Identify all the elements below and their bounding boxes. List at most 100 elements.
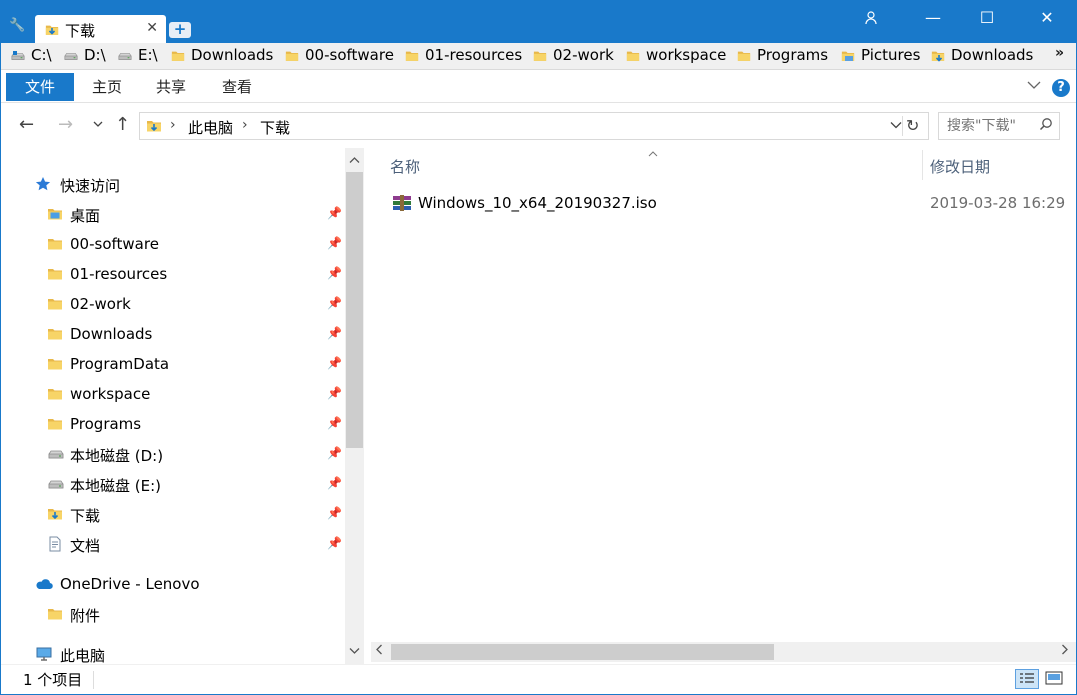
address-bar[interactable]: › 此电脑 › 下载 ↻ <box>139 112 929 140</box>
recent-locations-icon[interactable] <box>93 117 103 131</box>
pin-icon[interactable]: 📌 <box>327 326 342 340</box>
refresh-icon[interactable]: ↻ <box>902 116 924 136</box>
maximize-button[interactable]: ☐ <box>960 1 1014 35</box>
nav-scrollbar[interactable] <box>345 148 364 664</box>
tab-view[interactable]: 查看 <box>213 73 261 101</box>
pin-icon[interactable]: 📌 <box>327 446 342 460</box>
bookmark-downloads-2[interactable]: Downloads <box>931 46 1033 67</box>
bookmark-02-work[interactable]: 02-work <box>533 46 614 67</box>
content-hscrollbar-thumb[interactable] <box>391 644 774 660</box>
bookmark-downloads[interactable]: Downloads <box>171 46 273 67</box>
up-icon[interactable]: ↑ <box>115 114 130 135</box>
status-bar: 1 个项目 <box>1 664 1076 694</box>
column-header-date[interactable]: 修改日期 <box>930 156 990 177</box>
pin-icon[interactable]: 📌 <box>327 506 342 520</box>
pin-icon[interactable]: 📌 <box>327 296 342 310</box>
tab-close-icon[interactable]: ✕ <box>146 20 158 36</box>
pin-icon[interactable]: 📌 <box>327 356 342 370</box>
bookmark-programs[interactable]: Programs <box>737 46 828 67</box>
tab-downloads[interactable]: 下载 ✕ <box>35 15 166 43</box>
scroll-left-icon[interactable] <box>375 644 383 658</box>
address-dropdown-icon[interactable] <box>890 118 902 132</box>
pin-icon[interactable]: 📌 <box>327 536 342 550</box>
explorer-window: 🔧 下载 ✕ + — ☐ ✕ C:\ D:\ E:\ Downloads 00-… <box>0 0 1077 695</box>
bookmarks-bar: C:\ D:\ E:\ Downloads 00-software 01-res… <box>1 43 1076 70</box>
large-icons-view-button[interactable] <box>1043 669 1067 689</box>
bookmark-workspace[interactable]: workspace <box>626 46 726 67</box>
bookmark-e-drive[interactable]: E:\ <box>118 46 158 67</box>
ribbon-expand-icon[interactable] <box>1027 79 1041 94</box>
drive-icon <box>64 49 78 63</box>
content-hscrollbar[interactable] <box>371 642 1076 662</box>
bookmarks-overflow-icon[interactable]: » <box>1055 45 1064 61</box>
minimize-button[interactable]: — <box>906 1 960 35</box>
help-icon[interactable]: ? <box>1052 79 1070 97</box>
nav-item-desktop[interactable]: 桌面 📌 <box>47 202 377 226</box>
title-bar: 🔧 下载 ✕ + — ☐ ✕ <box>1 1 1076 43</box>
bookmark-00-software[interactable]: 00-software <box>285 46 394 67</box>
breadcrumb-separator-icon[interactable]: › <box>242 117 248 133</box>
nav-onedrive[interactable]: OneDrive - Lenovo <box>35 572 365 596</box>
breadcrumb-downloads[interactable]: 下载 <box>260 117 290 138</box>
pin-icon[interactable]: 📌 <box>327 416 342 430</box>
nav-item-programdata[interactable]: ProgramData 📌 <box>47 352 377 376</box>
pin-icon[interactable]: 📌 <box>327 266 342 280</box>
wrench-icon[interactable]: 🔧 <box>9 18 25 34</box>
breadcrumb-separator-icon[interactable]: › <box>170 117 176 133</box>
search-icon[interactable] <box>1039 117 1053 135</box>
new-tab-button[interactable]: + <box>169 22 191 38</box>
nav-item-drive-d[interactable]: 本地磁盘 (D:) 📌 <box>47 442 377 466</box>
pin-icon[interactable]: 📌 <box>327 236 342 250</box>
nav-item-02-work[interactable]: 02-work 📌 <box>47 292 377 316</box>
pictures-folder-icon <box>841 49 855 61</box>
folder-icon <box>737 49 751 63</box>
large-icons-view-icon <box>1045 671 1063 685</box>
folder-icon <box>285 49 299 63</box>
user-icon[interactable] <box>846 1 896 35</box>
tab-label: 下载 <box>65 22 96 40</box>
ribbon: 文件 主页 共享 查看 ? <box>1 71 1076 103</box>
bookmark-01-resources[interactable]: 01-resources <box>405 46 522 67</box>
scroll-up-icon[interactable] <box>349 154 360 167</box>
winrar-archive-icon <box>393 195 411 211</box>
nav-this-pc[interactable]: 此电脑 <box>35 642 365 666</box>
scroll-down-icon[interactable] <box>349 645 360 658</box>
bookmark-d-drive[interactable]: D:\ <box>64 46 106 67</box>
nav-item-downloads[interactable]: Downloads 📌 <box>47 322 377 346</box>
pin-icon[interactable]: 📌 <box>327 206 342 220</box>
file-row[interactable]: Windows_10_x64_20190327.iso 2019-03-28 1… <box>376 190 1076 216</box>
tab-share[interactable]: 共享 <box>149 73 193 101</box>
folder-icon <box>47 296 63 312</box>
address-row: ← → ↑ › 此电脑 › 下载 ↻ <box>1 104 1076 148</box>
bookmark-pictures[interactable]: Pictures <box>841 46 920 67</box>
nav-item-programs[interactable]: Programs 📌 <box>47 412 377 436</box>
nav-item-documents[interactable]: 文档 📌 <box>47 532 377 556</box>
pin-icon[interactable]: 📌 <box>327 386 342 400</box>
nav-item-workspace[interactable]: workspace 📌 <box>47 382 377 406</box>
scroll-right-icon[interactable] <box>1061 644 1069 658</box>
nav-item-00-software[interactable]: 00-software 📌 <box>47 232 377 256</box>
nav-item-01-resources[interactable]: 01-resources 📌 <box>47 262 377 286</box>
back-icon[interactable]: ← <box>19 114 34 135</box>
column-header-name[interactable]: 名称 <box>390 156 420 177</box>
folder-icon <box>533 49 547 63</box>
tab-home[interactable]: 主页 <box>85 73 129 101</box>
forward-icon[interactable]: → <box>58 114 73 135</box>
folder-icon <box>171 49 185 63</box>
nav-quick-access[interactable]: 快速访问 <box>35 172 365 196</box>
pin-icon[interactable]: 📌 <box>327 476 342 490</box>
column-divider[interactable] <box>922 150 923 180</box>
nav-item-downloads-cn[interactable]: 下载 📌 <box>47 502 377 526</box>
search-input[interactable] <box>939 113 1035 139</box>
nav-item-drive-e[interactable]: 本地磁盘 (E:) 📌 <box>47 472 377 496</box>
breadcrumb-this-pc[interactable]: 此电脑 <box>188 117 233 138</box>
bookmark-c-drive[interactable]: C:\ <box>11 46 52 67</box>
status-divider <box>93 671 94 689</box>
nav-item-attachments[interactable]: 附件 <box>47 602 377 626</box>
details-view-button[interactable] <box>1015 669 1039 689</box>
search-box[interactable] <box>938 112 1060 140</box>
close-button[interactable]: ✕ <box>1020 1 1074 35</box>
tab-file[interactable]: 文件 <box>6 73 74 101</box>
file-list: 名称 修改日期 Windows_10_x64_20190327.iso 2019… <box>366 148 1076 664</box>
nav-scrollbar-thumb[interactable] <box>346 172 363 448</box>
